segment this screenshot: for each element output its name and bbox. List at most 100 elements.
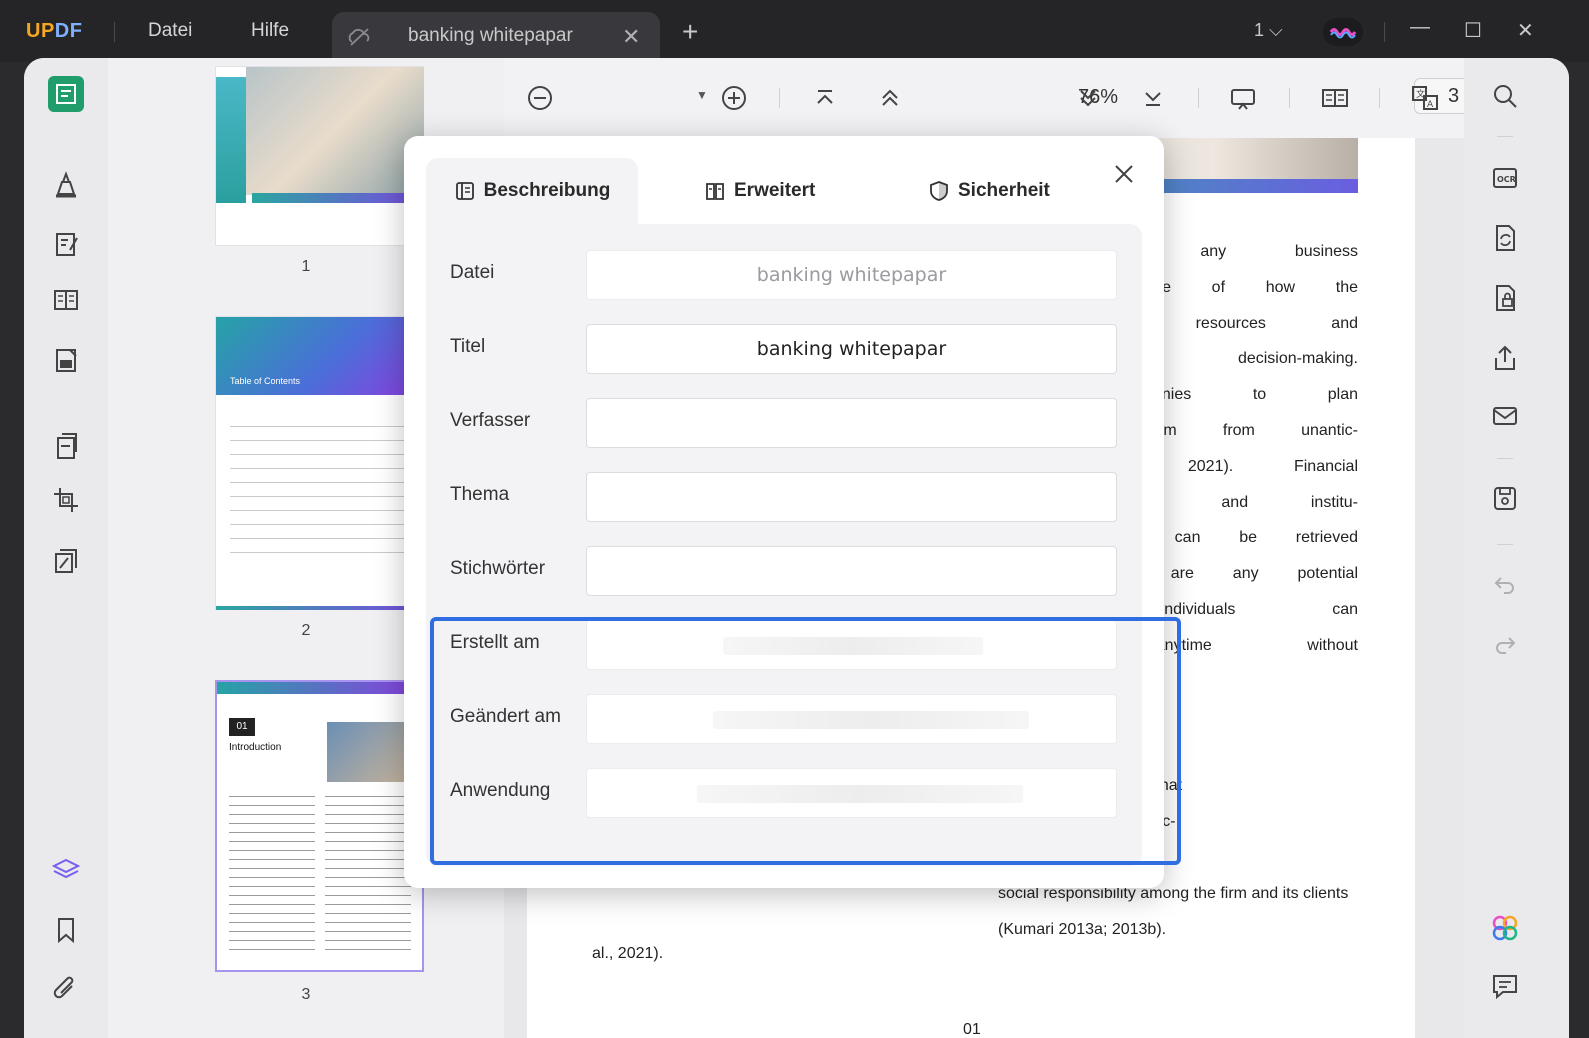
field-label: Thema — [450, 484, 510, 505]
updf-logo[interactable]: UPDF — [26, 20, 82, 43]
keywords-input[interactable] — [586, 546, 1117, 596]
window-selector[interactable]: 1 ⌵ — [1254, 20, 1283, 41]
tab-label: Erweitert — [734, 180, 816, 201]
svg-text:文: 文 — [1416, 88, 1425, 100]
divider — [779, 88, 780, 108]
last-page-icon[interactable] — [1137, 82, 1169, 114]
document-tab[interactable]: banking whitepapar ✕ — [332, 12, 660, 62]
page-text-line: (Kumari 2013a; 2013b). — [998, 921, 1167, 938]
tab-close-icon[interactable]: ✕ — [622, 24, 640, 50]
current-page: 3 — [1447, 85, 1460, 107]
author-input[interactable] — [586, 398, 1117, 448]
zoom-in-icon[interactable] — [718, 82, 750, 114]
field-label: Datei — [450, 262, 495, 283]
thumbnail-number: 3 — [301, 986, 311, 1003]
highlighter-icon[interactable] — [48, 166, 84, 202]
page-display-icon[interactable] — [1319, 82, 1351, 114]
email-icon[interactable] — [1489, 400, 1521, 432]
page-number: 01 — [963, 1021, 981, 1038]
close-icon[interactable] — [1110, 160, 1138, 188]
layers-icon[interactable] — [48, 852, 84, 888]
description-icon — [455, 182, 474, 200]
zoom-out-icon[interactable] — [524, 82, 556, 114]
subject-input[interactable] — [586, 472, 1117, 522]
tab-beschreibung[interactable]: Beschreibung — [426, 158, 638, 224]
next-page-icon[interactable] — [1072, 82, 1104, 114]
thumbnail-title: Table of Contents — [230, 376, 301, 386]
first-page-icon[interactable] — [809, 82, 841, 114]
view-toolbar: 76% ▼ 3 / 14 文A — [504, 58, 1532, 138]
tab-label: Sicherheit — [958, 180, 1050, 201]
search-icon[interactable] — [1489, 80, 1521, 112]
edit-pdf-icon[interactable] — [48, 226, 84, 262]
presentation-icon[interactable] — [1227, 82, 1259, 114]
thumbnail-photo — [327, 722, 413, 782]
redo-icon[interactable] — [1489, 628, 1521, 660]
right-toolbar: OCR — [1464, 58, 1569, 1038]
ocr-icon[interactable]: OCR — [1489, 162, 1521, 194]
field-row-stichwoerter: Stichwörter — [426, 546, 1142, 596]
maximize-button[interactable]: ☐ — [1464, 18, 1482, 43]
field-row-verfasser: Verfasser — [426, 398, 1142, 448]
thumbnail-bar — [217, 682, 422, 694]
page-text-fragment: al., 2021). — [592, 945, 664, 962]
zoom-dropdown-icon[interactable]: ▼ — [696, 88, 708, 102]
thumbnail-photo — [246, 67, 424, 195]
convert-icon[interactable] — [1489, 222, 1521, 254]
protect-file-icon[interactable] — [1489, 282, 1521, 314]
svg-text:A: A — [1427, 100, 1434, 110]
thumbnail-title: Introduction — [229, 742, 282, 753]
menu-datei[interactable]: Datei — [148, 20, 192, 42]
thumbnail-text-col — [325, 790, 411, 958]
organize-pages-icon[interactable] — [48, 428, 84, 464]
highlight-box — [430, 617, 1181, 865]
form-icon[interactable] — [48, 342, 84, 378]
avatar[interactable] — [1323, 18, 1363, 46]
reader-mode-icon[interactable] — [48, 76, 84, 112]
field-label: Titel — [450, 336, 486, 357]
divider — [1497, 458, 1513, 459]
file-name-field: banking whitepapar — [586, 250, 1117, 300]
thumbnail-bar — [216, 606, 423, 610]
field-label: Verfasser — [450, 410, 531, 431]
close-window-button[interactable]: ✕ — [1517, 18, 1534, 43]
shield-icon — [930, 181, 948, 201]
thumbnail-page-1[interactable] — [215, 66, 424, 246]
field-row-titel: Titel banking whitepapar — [426, 324, 1142, 374]
translate-icon[interactable]: 文A — [1409, 82, 1441, 114]
minimize-button[interactable]: — — [1410, 16, 1430, 39]
thumbnail-page-3[interactable]: 01 Introduction — [215, 680, 424, 972]
crop-icon[interactable] — [48, 482, 84, 518]
new-tab-button[interactable]: + — [682, 18, 698, 46]
unsaved-cloud-icon — [348, 28, 370, 46]
divider — [1379, 88, 1380, 108]
tab-sicherheit[interactable]: Sicherheit — [928, 158, 1050, 224]
thumbnail-toc-lines — [230, 415, 408, 555]
divider — [1384, 22, 1385, 42]
divider — [1497, 544, 1513, 545]
ai-assistant-icon[interactable] — [1489, 912, 1521, 944]
save-icon[interactable] — [1489, 482, 1521, 514]
attachment-icon[interactable] — [48, 972, 84, 1008]
divider — [1198, 88, 1199, 108]
ai-wave-icon — [1329, 28, 1357, 39]
title-input[interactable]: banking whitepapar — [586, 324, 1117, 374]
menu-hilfe[interactable]: Hilfe — [251, 20, 289, 42]
comment-icon[interactable] — [1489, 970, 1521, 1002]
page-layout-icon[interactable] — [48, 282, 84, 318]
field-label: Stichwörter — [450, 558, 546, 579]
left-toolbar — [24, 58, 108, 1038]
bookmark-icon[interactable] — [48, 912, 84, 948]
thumbnail-bar — [252, 193, 424, 203]
thumbnail-page-2[interactable]: Table of Contents — [215, 316, 424, 610]
protect-icon[interactable] — [48, 542, 84, 578]
app-window: UPDF Datei Hilfe banking whitepapar ✕ + … — [0, 0, 1589, 1038]
previous-page-icon[interactable] — [874, 82, 906, 114]
window-count: 1 — [1254, 20, 1265, 40]
thumbnail-text-col — [229, 790, 315, 958]
field-row-datei: Datei banking whitepapar — [426, 250, 1142, 300]
thumbnail-chapter: 01 — [229, 718, 255, 736]
tab-erweitert[interactable]: Erweitert — [704, 158, 815, 224]
share-icon[interactable] — [1489, 342, 1521, 374]
undo-icon[interactable] — [1489, 568, 1521, 600]
